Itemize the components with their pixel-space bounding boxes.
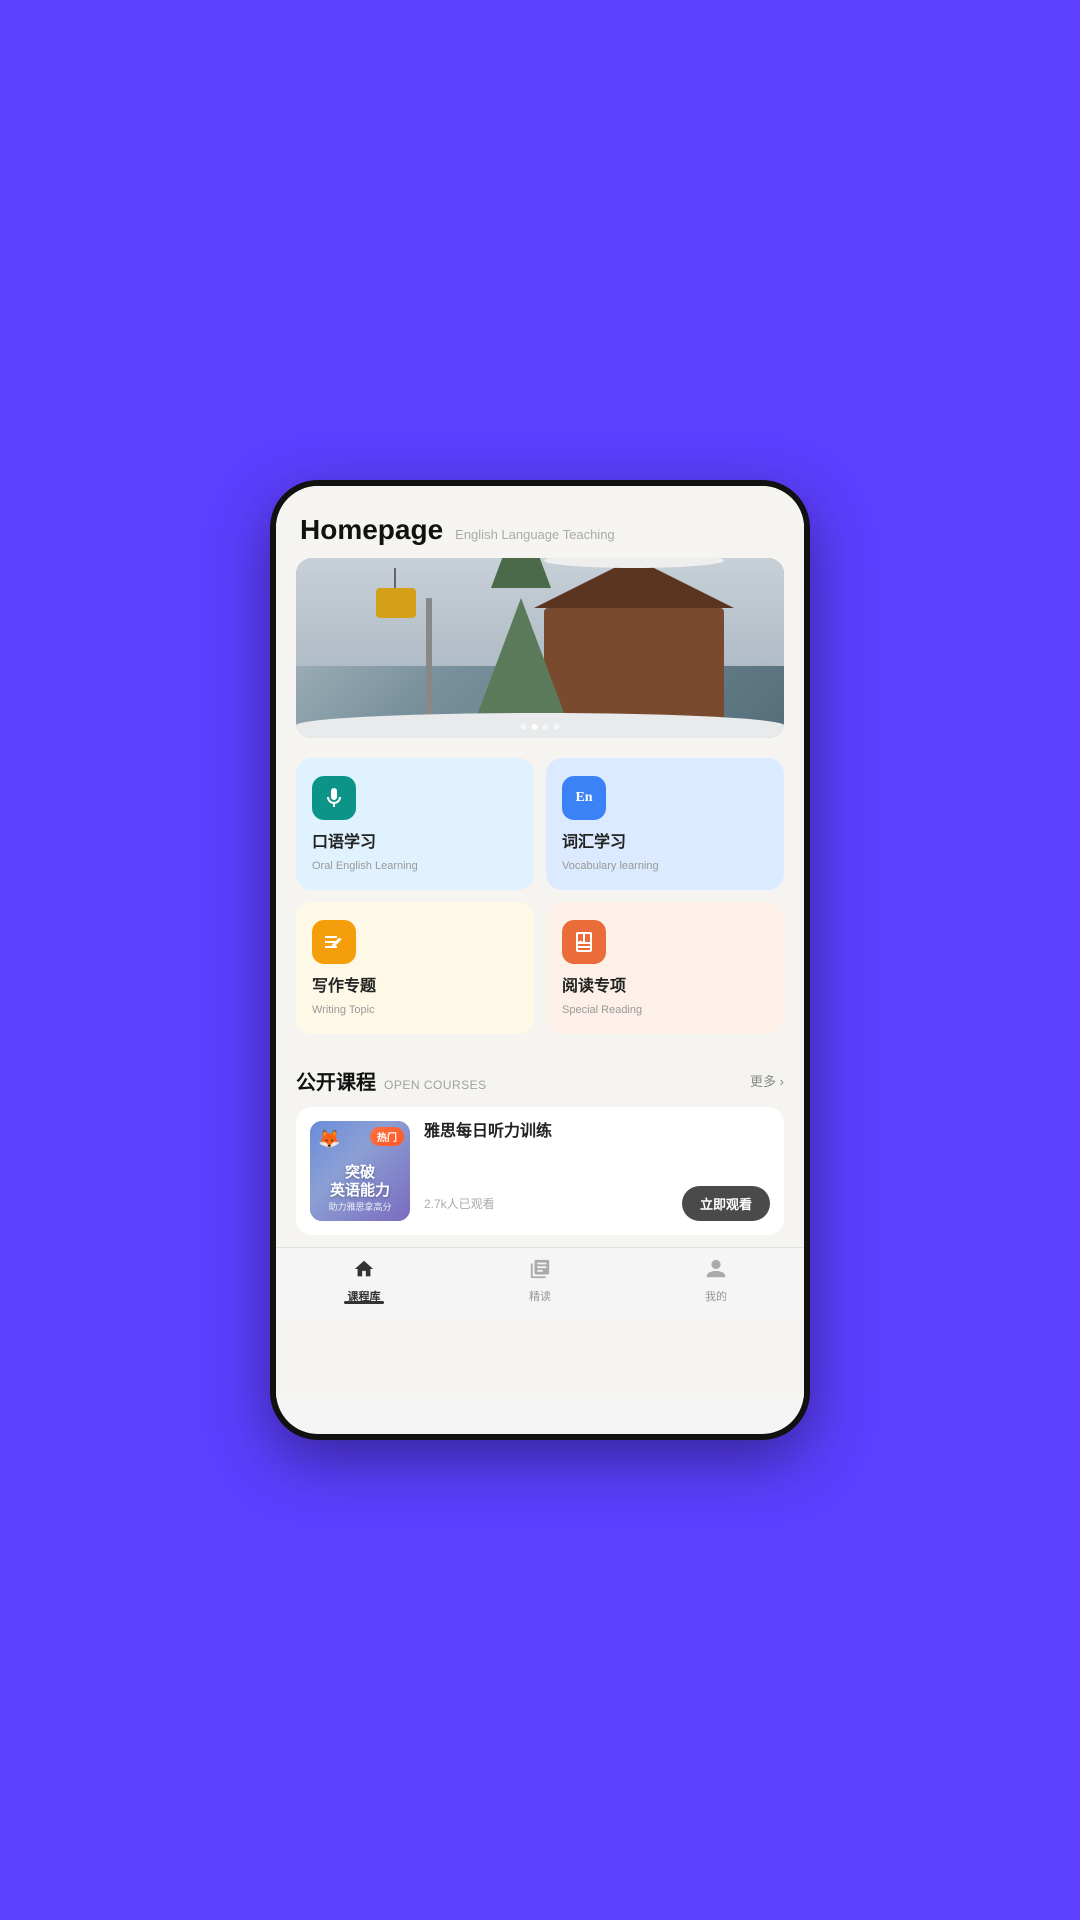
- header: Homepage English Language Teaching: [276, 486, 804, 558]
- course-viewers: 2.7k人已观看: [424, 1195, 495, 1212]
- oral-icon: [312, 776, 356, 820]
- dot-3: [543, 724, 549, 730]
- screen: Homepage English Language Teaching: [276, 486, 804, 1398]
- nav-item-reading[interactable]: 精读: [452, 1258, 628, 1304]
- home-icon: [353, 1258, 375, 1284]
- thumb-overlay: 突破英语能力 助力雅思拿高分: [310, 1164, 410, 1213]
- category-card-reading[interactable]: 阅读专项 Special Reading: [546, 902, 784, 1034]
- reading-sub: Special Reading: [562, 1004, 768, 1016]
- courses-title-zh: 公开课程: [296, 1066, 376, 1095]
- dot-2: [532, 724, 538, 730]
- banner: [296, 558, 784, 738]
- category-grid: 口语学习 Oral English Learning En 词汇学习 Vocab…: [296, 758, 784, 1034]
- reading-nav-label: 精读: [529, 1288, 551, 1304]
- reading-name: 阅读专项: [562, 972, 768, 996]
- open-courses-header: 公开课程 OPEN COURSES 更多 ›: [276, 1050, 804, 1107]
- writing-icon: [312, 920, 356, 964]
- banner-tree: [476, 598, 566, 718]
- hot-badge: 热门: [370, 1127, 404, 1146]
- writing-sub: Writing Topic: [312, 1004, 518, 1016]
- course-footer: 2.7k人已观看 立即观看: [424, 1186, 770, 1221]
- header-subtitle: English Language Teaching: [455, 527, 615, 542]
- vocab-icon: En: [562, 776, 606, 820]
- nav-item-profile[interactable]: 我的: [628, 1258, 804, 1304]
- oral-sub: Oral English Learning: [312, 860, 518, 872]
- phone-shell: Homepage English Language Teaching: [270, 480, 810, 1440]
- course-title: 雅思每日听力训练: [424, 1121, 770, 1143]
- vocab-sub: Vocabulary learning: [562, 860, 768, 872]
- banner-cable-car: [376, 588, 416, 618]
- dot-1: [521, 724, 527, 730]
- course-thumbnail: 热门 🦊 突破英语能力 助力雅思拿高分: [310, 1121, 410, 1221]
- reading-icon: [562, 920, 606, 964]
- category-card-vocab[interactable]: En 词汇学习 Vocabulary learning: [546, 758, 784, 890]
- profile-nav-label: 我的: [705, 1288, 727, 1304]
- section-title-group: 公开课程 OPEN COURSES: [296, 1066, 487, 1095]
- reading-nav-icon: [529, 1258, 551, 1284]
- profile-nav-icon: [705, 1258, 727, 1284]
- dot-4: [554, 724, 560, 730]
- category-card-oral[interactable]: 口语学习 Oral English Learning: [296, 758, 534, 890]
- bottom-nav: 课程库 精读 我的: [276, 1247, 804, 1318]
- oral-name: 口语学习: [312, 828, 518, 852]
- course-card-1[interactable]: 热门 🦊 突破英语能力 助力雅思拿高分 雅思每日听力训练 2.7k人已观看 立即…: [296, 1107, 784, 1235]
- vocab-name: 词汇学习: [562, 828, 768, 852]
- watch-button[interactable]: 立即观看: [682, 1186, 770, 1221]
- page-title: Homepage: [300, 514, 443, 546]
- thumb-icon: 🦊: [318, 1129, 340, 1150]
- thumb-small-text: 助力雅思拿高分: [310, 1200, 410, 1213]
- nav-indicator: [344, 1301, 384, 1304]
- more-link[interactable]: 更多 ›: [750, 1071, 784, 1090]
- course-info: 雅思每日听力训练 2.7k人已观看 立即观看: [424, 1121, 770, 1221]
- thumb-big-text: 突破英语能力: [310, 1164, 410, 1200]
- nav-item-courses[interactable]: 课程库: [276, 1258, 452, 1304]
- category-card-writing[interactable]: 写作专题 Writing Topic: [296, 902, 534, 1034]
- courses-title-en: OPEN COURSES: [384, 1078, 487, 1092]
- banner-dots: [521, 724, 560, 730]
- banner-scene: [296, 558, 784, 738]
- writing-name: 写作专题: [312, 972, 518, 996]
